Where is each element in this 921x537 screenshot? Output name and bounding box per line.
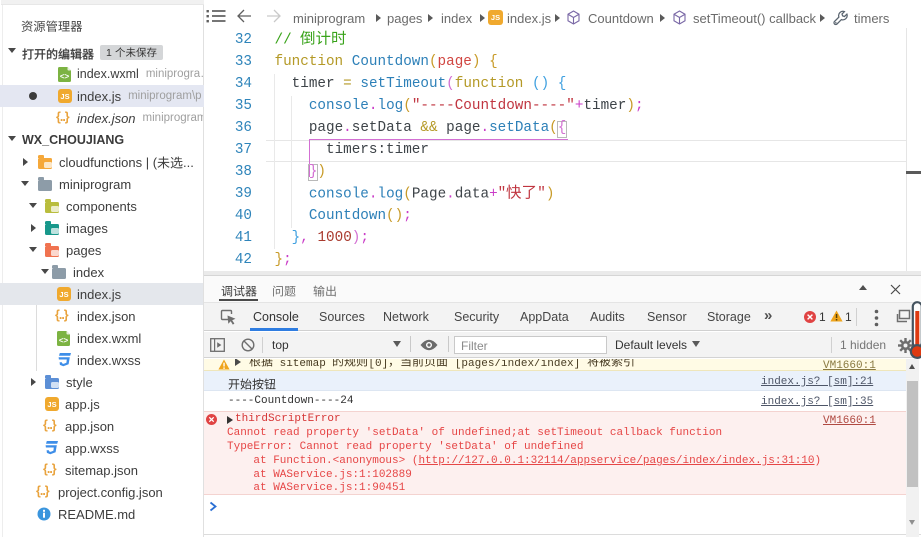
- svg-text:<>: <>: [60, 71, 70, 80]
- svg-text:<>: <>: [59, 335, 69, 344]
